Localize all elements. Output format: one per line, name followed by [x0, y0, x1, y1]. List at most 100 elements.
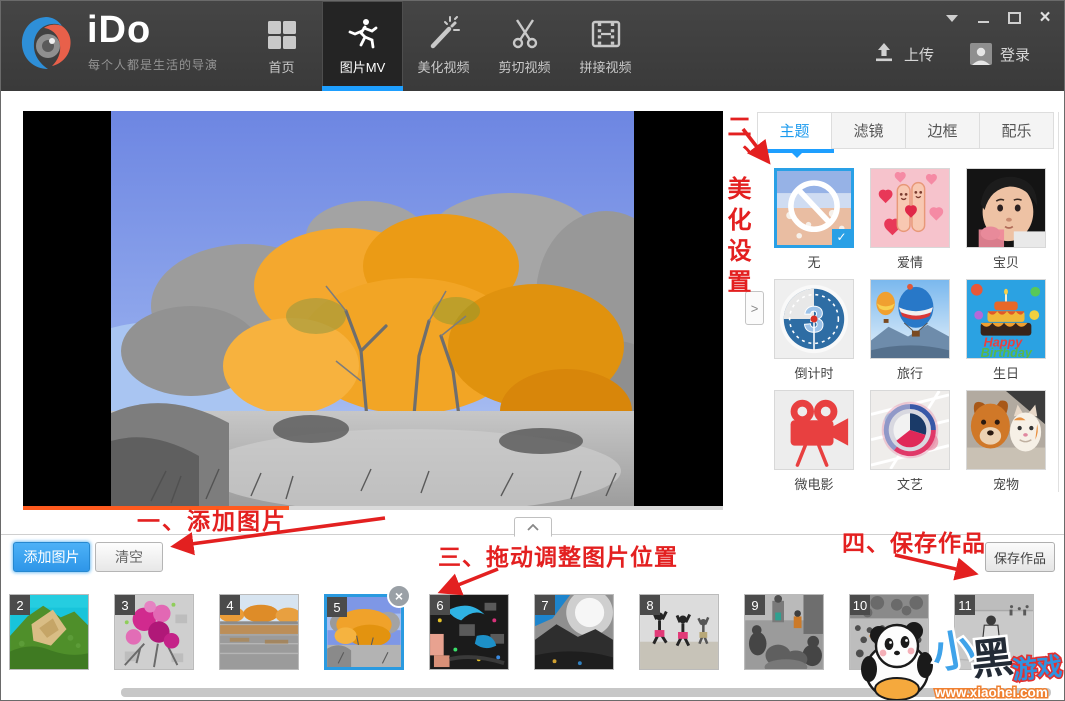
timeline-thumb-5-selected[interactable]: 5 × — [324, 594, 404, 670]
thumb-number-badge: 7 — [535, 595, 555, 615]
theme-love[interactable]: 爱情 — [870, 168, 950, 271]
upload-icon — [872, 41, 896, 67]
chevron-right-icon: > — [751, 301, 759, 316]
grid-icon — [267, 16, 297, 50]
theme-label: 爱情 — [870, 252, 950, 271]
chevron-up-icon — [527, 524, 539, 531]
save-work-button[interactable]: 保存作品 — [985, 542, 1055, 572]
nav-beautify-video[interactable]: 美化视频 — [403, 1, 484, 91]
clear-button[interactable]: 清空 — [95, 542, 163, 572]
menu-caret-button[interactable] — [945, 11, 959, 25]
tab-theme[interactable]: 主题 — [757, 112, 832, 149]
scissors-icon — [509, 16, 541, 50]
theme-micro-movie[interactable]: 微电影 — [774, 390, 854, 493]
annotation-step2: 二、美化设置 — [719, 114, 754, 300]
timeline-thumb-6[interactable]: 6 — [429, 594, 509, 670]
app-title: iDo — [87, 9, 151, 52]
theme-label: 宠物 — [966, 474, 1046, 493]
theme-label: 微电影 — [774, 474, 854, 493]
nav-photo-mv[interactable]: 图片MV — [322, 1, 403, 91]
thumb-number-badge: 5 — [327, 597, 347, 617]
close-button[interactable]: × — [1038, 11, 1052, 25]
timeline-thumb-8[interactable]: 8 — [639, 594, 719, 670]
tab-filter-label: 滤镜 — [853, 120, 883, 141]
theme-birthday[interactable]: HappyBirthday 生日 — [966, 279, 1046, 382]
annotation-step4: 四、保存作品 — [842, 524, 986, 558]
timeline-thumb-10[interactable]: 10 — [849, 594, 929, 670]
upload-label: 上传 — [904, 44, 934, 65]
preview-photo — [111, 111, 634, 506]
remove-thumb-button[interactable]: × — [387, 584, 411, 608]
theme-artsy[interactable]: 文艺 — [870, 390, 950, 493]
tab-theme-label: 主题 — [779, 120, 809, 141]
ido-logo-icon — [17, 14, 75, 72]
theme-pet[interactable]: 宠物 — [966, 390, 1046, 493]
playback-progress-bar — [23, 506, 723, 510]
caret-down-icon — [946, 15, 958, 22]
thumb-number-badge: 6 — [430, 595, 450, 615]
upload-button[interactable]: 上传 — [872, 41, 934, 67]
theme-label: 宝贝 — [966, 252, 1046, 271]
tab-border[interactable]: 边框 — [905, 112, 980, 149]
thumb-number-badge: 4 — [220, 595, 240, 615]
thumb-number-badge: 2 — [10, 595, 30, 615]
tab-filter[interactable]: 滤镜 — [831, 112, 906, 149]
tab-music-label: 配乐 — [1001, 120, 1031, 141]
nav-photo-mv-label: 图片MV — [340, 57, 386, 76]
arrow-to-thumbnails — [443, 569, 498, 591]
clear-label: 清空 — [115, 547, 143, 567]
tab-border-label: 边框 — [927, 120, 957, 141]
theme-grid: ✓ 无 爱情 宝贝 3 倒计时 旅行 — [774, 168, 1046, 493]
collapse-strip-button[interactable] — [514, 517, 552, 537]
main-nav: 首页 图片MV 美化视频 剪切视频 — [241, 1, 646, 91]
nav-join-video[interactable]: 拼接视频 — [565, 1, 646, 91]
theme-label: 无 — [774, 252, 854, 271]
timeline-thumb-4[interactable]: 4 — [219, 594, 299, 670]
maximize-icon — [1008, 12, 1021, 24]
image-timeline-strip: 2 3 4 5 × 6 7 8 9 — [9, 594, 1034, 670]
timeline-thumb-2[interactable]: 2 — [9, 594, 89, 670]
check-icon: ✓ — [832, 229, 851, 245]
theme-countdown[interactable]: 3 倒计时 — [774, 279, 854, 382]
save-work-label: 保存作品 — [994, 548, 1046, 567]
theme-label: 文艺 — [870, 474, 950, 493]
titlebar: iDo 每个人都是生活的导演 首页 图片MV 美化视频 — [1, 1, 1064, 91]
nav-home-label: 首页 — [268, 57, 294, 76]
timeline-thumb-11[interactable]: 11 — [954, 594, 1034, 670]
app-tagline: 每个人都是生活的导演 — [88, 56, 218, 73]
theme-none[interactable]: ✓ 无 — [774, 168, 854, 271]
theme-label: 生日 — [966, 363, 1046, 382]
annotation-step1: 一、添加图片 — [137, 502, 287, 536]
maximize-button[interactable] — [1007, 11, 1021, 25]
login-label: 登录 — [1000, 44, 1030, 65]
panel-tabs: 主题 滤镜 边框 配乐 — [758, 112, 1054, 149]
tab-music[interactable]: 配乐 — [979, 112, 1054, 149]
window-controls: × — [945, 9, 1052, 27]
timeline-thumb-3[interactable]: 3 — [114, 594, 194, 670]
horizontal-scrollbar[interactable] — [121, 688, 1051, 697]
add-image-label: 添加图片 — [24, 547, 80, 567]
theme-label: 倒计时 — [774, 363, 854, 382]
panel-right-edge — [1058, 112, 1059, 492]
user-icon — [970, 43, 992, 65]
theme-baby[interactable]: 宝贝 — [966, 168, 1046, 271]
login-button[interactable]: 登录 — [970, 43, 1030, 65]
filmstrip-icon — [589, 16, 623, 50]
video-preview — [23, 111, 723, 506]
timeline-thumb-7[interactable]: 7 — [534, 594, 614, 670]
active-tab-underline — [758, 149, 834, 153]
runner-icon — [346, 16, 380, 50]
thumb-number-badge: 11 — [955, 595, 975, 615]
minimize-button[interactable] — [976, 11, 990, 25]
ido-app-window: iDo 每个人都是生活的导演 首页 图片MV 美化视频 — [0, 0, 1065, 701]
add-image-button[interactable]: 添加图片 — [13, 542, 90, 572]
nav-home[interactable]: 首页 — [241, 1, 322, 91]
theme-travel[interactable]: 旅行 — [870, 279, 950, 382]
timeline-thumb-9[interactable]: 9 — [744, 594, 824, 670]
nav-join-label: 拼接视频 — [579, 57, 631, 76]
header-actions: 上传 登录 — [872, 41, 1030, 67]
nav-cut-video[interactable]: 剪切视频 — [484, 1, 565, 91]
theme-label: 旅行 — [870, 363, 950, 382]
svg-text:Birthday: Birthday — [981, 346, 1033, 358]
thumb-number-badge: 8 — [640, 595, 660, 615]
